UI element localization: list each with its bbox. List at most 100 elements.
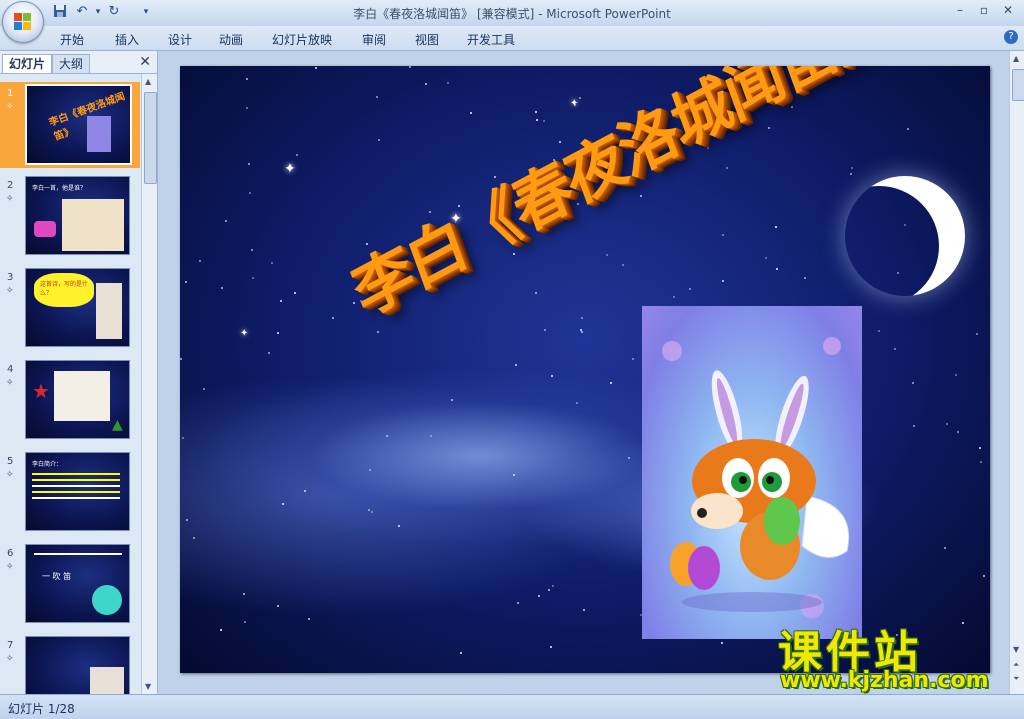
thumbnail-number: 6: [7, 548, 14, 559]
slide-thumbnail[interactable]: [25, 636, 130, 694]
star-dot: [371, 511, 373, 513]
tab-outline[interactable]: 大纲: [52, 54, 91, 73]
tab-home[interactable]: 开始: [60, 31, 84, 48]
animation-icon: ✧: [6, 286, 14, 296]
star-dot: [268, 352, 270, 354]
star-dot: [551, 375, 553, 377]
star-dot: [552, 585, 554, 587]
close-icon[interactable]: ✕: [139, 54, 151, 70]
office-button[interactable]: [2, 1, 44, 43]
star-dot: [243, 593, 245, 595]
star-dot: [182, 437, 184, 439]
tab-review[interactable]: 审阅: [362, 31, 386, 48]
thumbnail-shape: [92, 585, 122, 615]
thumbnail-row[interactable]: 1 ✧ 李白《春夜洛城闻笛》: [0, 82, 140, 168]
star-dot: [249, 192, 251, 194]
star-dot: [203, 388, 205, 390]
thumbnail-row[interactable]: 3 ✧ 这首诗，写的是什么？: [0, 266, 140, 352]
slide-thumbnail[interactable]: 李白一首，他是谁？: [25, 176, 130, 255]
scroll-up-icon[interactable]: ▲: [1013, 54, 1019, 63]
tab-insert[interactable]: 插入: [115, 31, 139, 48]
star-dot: [246, 78, 248, 80]
star-dot: [252, 277, 254, 279]
tab-design[interactable]: 设计: [168, 31, 192, 48]
star-dot: [640, 195, 642, 197]
scroll-down-icon[interactable]: ▼: [1013, 645, 1019, 654]
star-dot: [515, 364, 517, 366]
title-bar: ↶ ▾ ↻ ▾ 李白《春夜洛城闻笛》 [兼容模式] - Microsoft Po…: [0, 0, 1024, 43]
star-dot: [980, 461, 982, 463]
star-dot: [946, 423, 948, 425]
star-dot: [850, 173, 852, 175]
maximize-icon[interactable]: ▫: [972, 2, 996, 18]
thumbnail-row[interactable]: 5 ✧ 李白简介：: [0, 450, 140, 536]
star-dot: [610, 382, 612, 384]
tab-animation[interactable]: 动画: [219, 31, 243, 48]
office-logo-icon: [14, 13, 32, 31]
scroll-up-icon[interactable]: ▲: [145, 77, 151, 86]
tab-slides[interactable]: 幻灯片: [2, 54, 53, 73]
scrollbar-thumb[interactable]: [144, 92, 157, 184]
star-dot: [622, 264, 624, 266]
star-dot: [907, 128, 909, 130]
tab-developer[interactable]: 开发工具: [467, 31, 515, 48]
star-dot: [544, 329, 546, 331]
star-dot: [944, 547, 946, 549]
scroll-down-icon[interactable]: ▼: [145, 682, 151, 691]
next-slide-icon[interactable]: ⏷: [1013, 674, 1019, 684]
previous-slide-icon[interactable]: ⏶: [1013, 660, 1019, 670]
star-dot: [451, 399, 453, 401]
thumbnail-row[interactable]: 7 ✧: [0, 634, 140, 694]
thumbnail-row[interactable]: 6 ✧ 一 吹 笛: [0, 542, 140, 628]
animation-icon: ✧: [6, 378, 14, 388]
star-dot: [271, 262, 273, 264]
star-dot: [376, 96, 378, 98]
slide-indicator: 幻灯片 1/28: [8, 702, 75, 716]
fox-bunny-picture[interactable]: [642, 306, 862, 639]
star-dot: [225, 220, 227, 222]
animation-icon: ✧: [6, 654, 14, 664]
star-dot: [726, 167, 728, 169]
star-dot: [957, 431, 959, 433]
star-dot: [765, 257, 767, 259]
thumbnail-number: 7: [7, 640, 14, 651]
slide-editor: ✦ ✦ ✦ ✦ ✦ 李白《春夜洛城闻笛》: [158, 51, 1009, 694]
slide-thumbnail[interactable]: 一 吹 笛: [25, 544, 130, 623]
star-dot: [193, 537, 195, 539]
star-dot: [548, 589, 550, 591]
thumbnail-row[interactable]: 4 ✧ ★ ▲: [0, 358, 140, 444]
star-dot: [460, 652, 462, 654]
star-dot: [583, 609, 585, 611]
slide-title[interactable]: 李白《春夜洛城闻笛》: [339, 66, 900, 334]
animation-icon: ✧: [6, 102, 14, 112]
star-dot: [221, 287, 223, 289]
slide-canvas[interactable]: ✦ ✦ ✦ ✦ ✦ 李白《春夜洛城闻笛》: [180, 66, 990, 673]
slide-thumbnail[interactable]: 李白《春夜洛城闻笛》: [25, 84, 132, 165]
scrollbar-thumb[interactable]: [1012, 69, 1024, 101]
star-dot: [315, 67, 317, 69]
star-dot: [851, 167, 853, 169]
slide-thumbnail[interactable]: 这首诗，写的是什么？: [25, 268, 130, 347]
minimize-icon[interactable]: –: [948, 2, 972, 18]
star-dot: [579, 97, 581, 99]
star-dot: [220, 629, 222, 631]
tab-view[interactable]: 视图: [415, 31, 439, 48]
thumbnail-scrollbar[interactable]: ▲ ▼: [141, 74, 157, 694]
tab-slideshow[interactable]: 幻灯片放映: [272, 31, 332, 48]
star-dot: [513, 474, 515, 476]
slide-thumbnail[interactable]: ★ ▲: [25, 360, 130, 439]
star-dot: [689, 288, 691, 290]
moon-icon: [845, 176, 965, 296]
star-dot: [185, 281, 187, 283]
star-dot: [955, 374, 957, 376]
star-dot: [377, 331, 379, 333]
star-dot: [425, 83, 427, 85]
thumbnail-text: 李白简介：: [32, 461, 63, 468]
close-icon[interactable]: ✕: [996, 2, 1020, 18]
animation-icon: ✧: [6, 562, 14, 572]
vertical-scrollbar[interactable]: ▲ ▼ ⏶ ⏷: [1009, 51, 1024, 694]
help-icon[interactable]: ?: [1004, 30, 1018, 44]
star-dot: [776, 268, 778, 270]
thumbnail-row[interactable]: 2 ✧ 李白一首，他是谁？: [0, 174, 140, 260]
slide-thumbnail[interactable]: 李白简介：: [25, 452, 130, 531]
